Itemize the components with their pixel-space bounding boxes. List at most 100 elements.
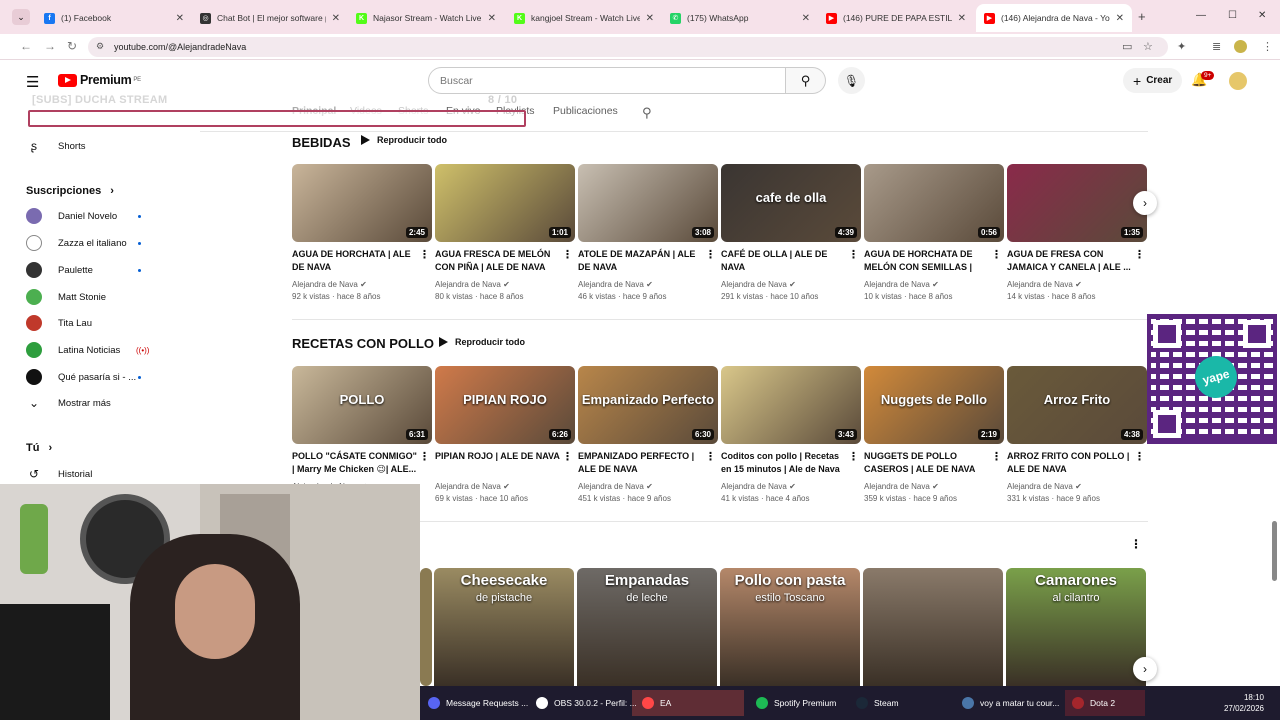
profile-avatar[interactable] (1234, 40, 1247, 53)
search-input[interactable]: Buscar (428, 67, 786, 94)
close-icon[interactable]: ✕ (1116, 13, 1124, 24)
browser-tab[interactable]: ◎ Chat Bot | El mejor software pa ✕ (192, 4, 348, 32)
channel-name[interactable]: Alejandra de Nava ✔ (721, 280, 796, 289)
create-button[interactable]: + Crear (1123, 68, 1183, 93)
browser-tab[interactable]: ▶ (146) Alejandra de Nava - You ✕ (976, 4, 1132, 32)
account-avatar[interactable] (1229, 72, 1247, 90)
video-menu-icon[interactable]: ⋮ (1134, 248, 1145, 261)
video-menu-icon[interactable]: ⋮ (1134, 450, 1145, 463)
video-thumbnail[interactable] (863, 568, 1003, 686)
reload-icon[interactable]: ↻ (67, 39, 77, 53)
video-menu-icon[interactable]: ⋮ (705, 248, 716, 261)
tab-list-button[interactable]: ⌄ (12, 9, 30, 25)
browser-tab[interactable]: ✆ (175) WhatsApp ✕ (662, 4, 818, 32)
forward-icon[interactable]: → (44, 39, 56, 53)
video-thumbnail[interactable] (420, 568, 432, 686)
close-icon[interactable]: ✕ (646, 13, 654, 24)
taskbar-item[interactable]: Spotify Premium (756, 694, 836, 712)
video-thumbnail[interactable]: 0:56 (864, 164, 1004, 242)
video-title[interactable]: AGUA FRESCA DE MELÓN CON PIÑA | ALE DE N… (435, 248, 563, 274)
subscriptions-header[interactable]: Suscripciones › (26, 185, 114, 197)
video-thumbnail[interactable]: 3:43 (721, 366, 861, 444)
browser-tab[interactable]: Kkangjoel Stream - Watch Live o ✕ (506, 4, 662, 32)
video-title[interactable]: ATOLE DE MAZAPÁN | ALE DE NAVA (578, 248, 706, 274)
sidebar-sub-item[interactable]: Zazza el italiano (26, 231, 141, 255)
video-menu-icon[interactable]: ⋮ (419, 248, 430, 261)
play-all-button[interactable]: Reproducir todo (361, 135, 447, 145)
video-menu-icon[interactable]: ⋮ (705, 450, 716, 463)
video-title[interactable]: ARROZ FRITO CON POLLO | ALE DE NAVA (1007, 450, 1135, 476)
shelf-title[interactable]: RECETAS CON POLLO (292, 336, 434, 351)
video-menu-icon[interactable]: ⋮ (848, 248, 859, 261)
close-icon[interactable]: ✕ (488, 13, 496, 24)
video-menu-icon[interactable]: ⋮ (562, 248, 573, 261)
video-thumbnail[interactable]: Pollo con pasta estilo Toscano (720, 568, 860, 686)
video-title[interactable]: CAFÉ DE OLLA | ALE DE NAVA (721, 248, 849, 274)
close-icon[interactable]: ✕ (176, 13, 184, 24)
video-thumbnail[interactable]: 1:01 (435, 164, 575, 242)
shelf-menu-icon[interactable]: ⋮ (1130, 537, 1142, 551)
video-thumbnail[interactable]: Arroz Frito 4:38 (1007, 366, 1147, 444)
address-bar[interactable]: ⚙ youtube.com/@AlejandradeNava (88, 37, 1168, 57)
browser-tab[interactable]: ▶ (146) PURE DE PAPA ESTILO ✕ (818, 4, 974, 32)
video-title[interactable]: POLLO "CÁSATE CONMIGO" | Marry Me Chicke… (292, 450, 420, 476)
voice-search-button[interactable]: 🎙 (838, 67, 865, 94)
tab-posts[interactable]: Publicaciones (553, 105, 618, 117)
video-title[interactable]: AGUA DE HORCHATA | ALE DE NAVA (292, 248, 420, 274)
taskbar-item[interactable]: Steam (856, 694, 899, 712)
video-menu-icon[interactable]: ⋮ (991, 450, 1002, 463)
channel-name[interactable]: Alejandra de Nava ✔ (435, 482, 510, 491)
video-thumbnail[interactable]: 1:35 (1007, 164, 1147, 242)
taskbar-item[interactable]: EA (642, 694, 671, 712)
show-more-button[interactable]: ⌄ Mostrar más (26, 391, 111, 415)
video-title[interactable]: EMPANIZADO PERFECTO | ALE DE NAVA (578, 450, 706, 476)
video-thumbnail[interactable]: Nuggets de Pollo 2:19 (864, 366, 1004, 444)
browser-tab[interactable]: K Najasor Stream - Watch Live o ✕ (348, 4, 504, 32)
search-button[interactable]: ⚲ (786, 67, 826, 94)
channel-name[interactable]: Alejandra de Nava ✔ (292, 280, 367, 289)
taskbar-item[interactable]: OBS 30.0.2 - Perfil: ... (536, 694, 637, 712)
video-thumbnail[interactable]: 3:08 (578, 164, 718, 242)
video-thumbnail[interactable]: PIPIAN ROJO 6:26 (435, 366, 575, 444)
maximize-icon[interactable]: ☐ (1228, 10, 1237, 21)
taskbar-item[interactable]: Message Requests ... (428, 694, 528, 712)
new-tab-icon[interactable]: + (1138, 9, 1146, 24)
video-thumbnail[interactable]: cafe de olla 4:39 (721, 164, 861, 242)
sidebar-sub-item[interactable]: Paulette (26, 258, 141, 282)
video-thumbnail[interactable]: Empanadas de leche (577, 568, 717, 686)
video-thumbnail[interactable]: Camarones al cilantro (1006, 568, 1146, 686)
video-title[interactable]: AGUA DE HORCHATA DE MELÓN CON SEMILLAS |… (864, 248, 992, 274)
video-title[interactable]: AGUA DE FRESA CON JAMAICA Y CANELA | ALE… (1007, 248, 1135, 274)
sidebar-sub-item[interactable]: Tita Lau (26, 311, 92, 335)
sidebar-sub-item[interactable]: Latina Noticias ((•)) (26, 338, 149, 362)
video-menu-icon[interactable]: ⋮ (419, 450, 430, 463)
video-title[interactable]: NUGGETS DE POLLO CASEROS | ALE DE NAVA (864, 450, 992, 476)
video-thumbnail[interactable]: Empanizado Perfecto 6:30 (578, 366, 718, 444)
channel-name[interactable]: Alejandra de Nava ✔ (721, 482, 796, 491)
channel-name[interactable]: Alejandra de Nava ✔ (435, 280, 510, 289)
video-menu-icon[interactable]: ⋮ (562, 450, 573, 463)
sidebar-sub-item[interactable]: Matt Stonie (26, 285, 106, 309)
close-window-icon[interactable]: ✕ (1258, 10, 1266, 21)
minimize-icon[interactable]: — (1196, 10, 1206, 21)
shelf-next-button[interactable]: › (1133, 191, 1157, 215)
channel-search-icon[interactable]: ⚲ (642, 105, 652, 121)
channel-name[interactable]: Alejandra de Nava ✔ (1007, 482, 1082, 491)
system-clock[interactable]: 18:10 27/02/2026 (1224, 692, 1264, 714)
channel-name[interactable]: Alejandra de Nava ✔ (578, 482, 653, 491)
media-controls-icon[interactable]: ≣ (1212, 40, 1221, 53)
channel-name[interactable]: Alejandra de Nava ✔ (864, 280, 939, 289)
sidebar-item-history[interactable]: ↺ Historial (26, 462, 92, 486)
scrollbar-thumb[interactable] (1272, 521, 1277, 581)
channel-name[interactable]: Alejandra de Nava ✔ (1007, 280, 1082, 289)
close-icon[interactable]: ✕ (802, 13, 810, 24)
video-menu-icon[interactable]: ⋮ (848, 450, 859, 463)
browser-tab[interactable]: f (1) Facebook ✕ (36, 4, 192, 32)
menu-icon[interactable]: ☰ (26, 73, 39, 91)
close-icon[interactable]: ✕ (958, 13, 966, 24)
channel-name[interactable]: Alejandra de Nava ✔ (578, 280, 653, 289)
video-thumbnail[interactable]: Cheesecake de pistache (434, 568, 574, 686)
bookmark-star-icon[interactable]: ☆ (1143, 40, 1153, 53)
channel-name[interactable]: Alejandra de Nava ✔ (864, 482, 939, 491)
video-menu-icon[interactable]: ⋮ (991, 248, 1002, 261)
